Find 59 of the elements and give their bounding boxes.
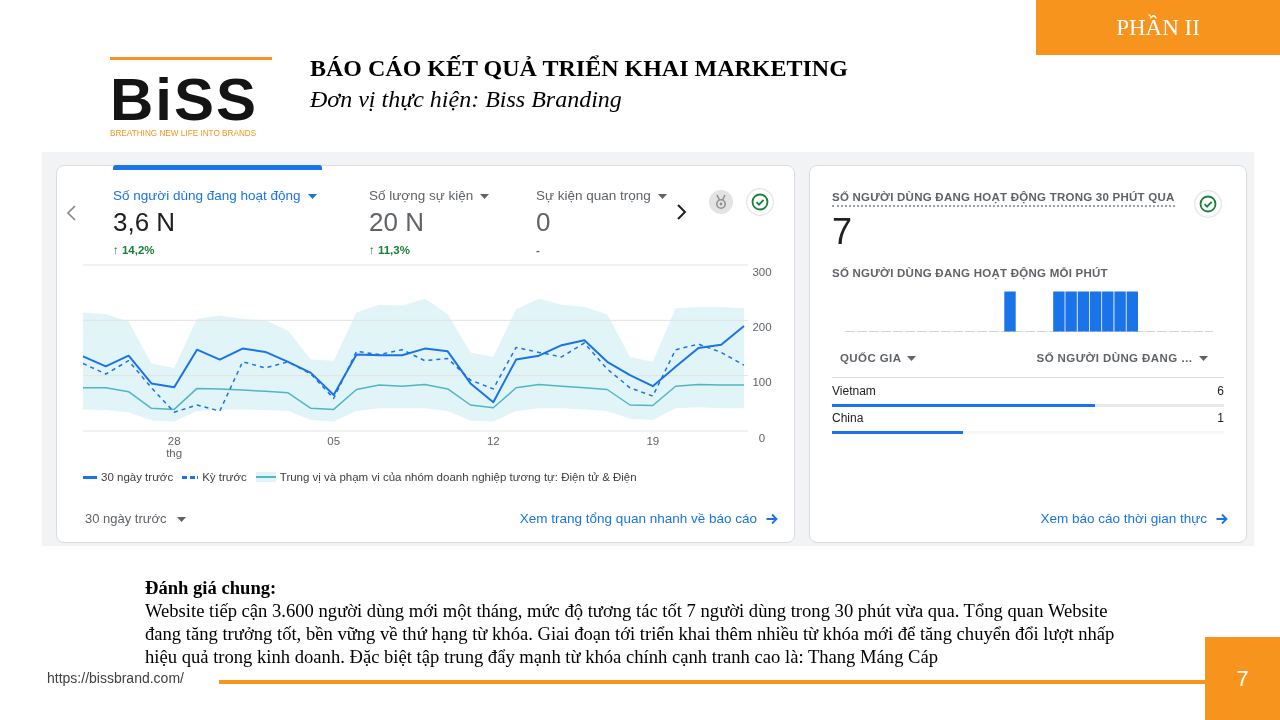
realtime-title: SỐ NGƯỜI DÙNG ĐANG HOẠT ĐỘNG TRONG 30 PHÚT QUA xyxy=(832,190,1175,207)
axis-label: 100 xyxy=(752,376,772,389)
axis-label: 05 xyxy=(327,435,341,447)
medal-icon xyxy=(709,190,733,214)
active-users-count: 7 xyxy=(832,214,853,250)
metric-value: 20 N xyxy=(369,207,424,238)
legend-label: 30 ngày trước xyxy=(101,470,174,484)
axis-label: 28 thg xyxy=(166,435,183,459)
check-icon xyxy=(1194,190,1222,218)
axis-label: 0 xyxy=(758,431,766,444)
line-icon xyxy=(83,475,97,479)
period-dropdown[interactable]: 30 ngày trước xyxy=(85,509,186,529)
website-url: https://bissbrand.com/ xyxy=(47,668,184,688)
legend-label: Trung vị và phạm vi của nhóm doanh nghiệp tương tự: Điện tử & Điện xyxy=(279,470,637,484)
metric-label: Số người dùng đang hoạt động xyxy=(113,187,301,205)
dashed-line-icon xyxy=(182,475,199,479)
user-count: 6 xyxy=(1217,383,1224,399)
section-label: PHẦN II xyxy=(1036,0,1280,55)
chevron-right-icon xyxy=(675,204,687,220)
metric-tab[interactable]: Số lượng sự kiện 20 N ↑ 11,3% xyxy=(369,165,504,257)
users-column-header[interactable]: SỐ NGƯỜI DÙNG ĐANG … xyxy=(1036,349,1224,368)
caret-icon xyxy=(657,193,667,199)
arrow-right-icon xyxy=(766,513,778,525)
axis-label: 19 xyxy=(646,435,660,447)
metric-change: ↑ 11,3% xyxy=(369,243,410,257)
axis-label: 200 xyxy=(752,320,772,333)
summary-text: Website tiếp cận 3.600 người dùng mới một tháng, mức độ tương tác tốt 7 người dùng trong 30 phút vừa qua. Tổng quan Website đang tăng trưởng tốt, bền vững về thứ hạng từ khóa. Giai đoạn tới triển khai thêm nhiều từ khóa mới để tăng chuyển đổi lượt nhấp hiệu quả trong kinh doanh. Đặc biệt tập trung đẩy mạnh từ khóa chính cạnh tranh cao là: Thang Máng Cáp xyxy=(145,599,1116,668)
caret-icon xyxy=(907,356,917,361)
report-title: BÁO CÁO KẾT QUẢ TRIỂN KHAI MARKETING xyxy=(310,55,848,83)
metric-change: ↑ 14,2% xyxy=(113,243,155,257)
summary-heading: Đánh giá chung: xyxy=(145,576,277,599)
user-count: 1 xyxy=(1217,410,1224,426)
metric-change: - xyxy=(536,243,540,257)
axis-label: 12 xyxy=(486,435,500,447)
caret-icon xyxy=(480,193,490,199)
report-subtitle: Đơn vị thực hiện: Biss Branding xyxy=(310,85,622,114)
metric-label: Số lượng sự kiện xyxy=(369,187,474,205)
check-icon xyxy=(746,188,774,216)
per-minute-label: SỐ NGƯỜI DÙNG ĐANG HOẠT ĐỘNG MỖI PHÚT xyxy=(832,266,1108,280)
country-column-header[interactable]: QUỐC GIA xyxy=(832,349,917,368)
overview-report-link[interactable]: Xem trang tổng quan nhanh về báo cáo xyxy=(519,508,778,530)
country-name: Vietnam xyxy=(832,383,876,399)
metric-label: Sự kiện quan trọng xyxy=(536,187,651,205)
logo-tagline: BREATHING NEW LIFE INTO BRANDS xyxy=(110,130,257,139)
caret-icon xyxy=(176,516,186,522)
caret-icon xyxy=(307,193,317,199)
chevron-left-icon xyxy=(66,205,78,221)
page-number: 7 xyxy=(1205,637,1280,720)
metric-tab[interactable]: Số người dùng đang hoạt động 3,6 N ↑ 14,2% xyxy=(113,165,322,257)
country-name: China xyxy=(832,410,864,426)
metric-value: 3,6 N xyxy=(113,207,176,238)
arrow-right-icon xyxy=(1216,513,1228,525)
metric-tab[interactable]: Sự kiện quan trọng 0 - xyxy=(536,165,670,257)
realtime-report-link[interactable]: Xem báo cáo thời gian thực xyxy=(1040,508,1228,530)
caret-icon xyxy=(1199,356,1208,361)
axis-label: 300 xyxy=(752,265,772,278)
logo-wordmark: BiSS xyxy=(110,70,259,130)
legend-label: Kỳ trước xyxy=(202,470,247,484)
metric-value: 0 xyxy=(536,207,551,238)
